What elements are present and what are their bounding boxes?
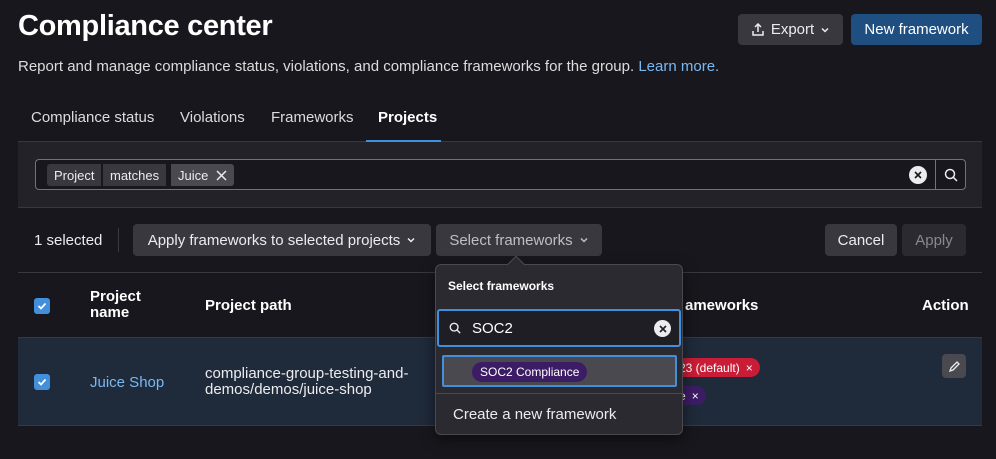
- selected-count: 1 selected: [34, 232, 103, 249]
- filter-token-operator[interactable]: matches: [103, 164, 167, 186]
- popover-divider: [436, 393, 682, 394]
- project-path: compliance-group-testing-and- demos/demo…: [205, 366, 408, 398]
- new-framework-button[interactable]: New framework: [851, 14, 982, 45]
- search-button[interactable]: [935, 159, 966, 190]
- tab-projects[interactable]: Projects: [366, 98, 441, 142]
- framework-badge-default[interactable]: 23 (default) ×: [673, 358, 760, 377]
- check-icon: [37, 378, 47, 386]
- learn-more-link[interactable]: Learn more.: [638, 58, 719, 75]
- clear-icon: [658, 324, 667, 333]
- column-project-path[interactable]: Project path: [205, 297, 292, 314]
- clear-search-button[interactable]: [909, 166, 927, 184]
- chevron-down-icon: [821, 27, 829, 33]
- apply-frameworks-dropdown[interactable]: Apply frameworks to selected projects: [133, 224, 431, 256]
- select-frameworks-label: Select frameworks: [449, 231, 573, 249]
- tab-compliance-status[interactable]: Compliance status: [18, 98, 168, 142]
- filter-token-value[interactable]: Juice: [171, 164, 235, 186]
- search-icon: [449, 322, 461, 334]
- edit-button[interactable]: [942, 354, 966, 378]
- apply-button[interactable]: Apply: [902, 224, 966, 256]
- framework-badge-label: 23 (default): [679, 360, 740, 375]
- filtered-search-input[interactable]: Project matches Juice: [35, 159, 935, 190]
- description-text: Report and manage compliance status, vio…: [18, 58, 635, 75]
- tab-violations[interactable]: Violations: [167, 98, 247, 142]
- project-name-link[interactable]: Juice Shop: [90, 374, 164, 391]
- page-description: Report and manage compliance status, vio…: [18, 58, 719, 75]
- export-label: Export: [770, 21, 815, 38]
- framework-search-input[interactable]: SOC2: [437, 309, 681, 347]
- export-icon: [752, 22, 764, 36]
- cancel-button[interactable]: Cancel: [825, 224, 897, 256]
- select-frameworks-popover: Select frameworks SOC2 SOC2 Compliance C…: [435, 255, 683, 435]
- clear-icon: [914, 171, 922, 179]
- filter-token-field[interactable]: Project: [47, 164, 102, 186]
- page-title: Compliance center: [18, 10, 273, 42]
- create-framework-link[interactable]: Create a new framework: [453, 406, 616, 423]
- project-path-line-2: demos/demos/juice-shop: [205, 381, 372, 398]
- popover-caret: [507, 255, 525, 273]
- popover-title: Select frameworks: [448, 279, 555, 293]
- framework-option-badge: SOC2 Compliance: [472, 362, 588, 382]
- column-frameworks: ameworks: [685, 297, 759, 314]
- clear-search-button[interactable]: [654, 320, 671, 337]
- close-icon[interactable]: [216, 169, 227, 181]
- select-frameworks-dropdown[interactable]: Select frameworks: [436, 224, 602, 256]
- chevron-down-icon: [407, 237, 415, 243]
- pencil-icon: [948, 360, 960, 372]
- select-all-checkbox[interactable]: [34, 298, 50, 314]
- framework-option[interactable]: SOC2 Compliance: [442, 355, 677, 387]
- check-icon: [37, 302, 47, 310]
- filter-token-value-label: Juice: [178, 167, 209, 183]
- chevron-down-icon: [580, 237, 588, 243]
- toolbar-divider: [118, 228, 119, 252]
- export-button[interactable]: Export: [738, 14, 843, 45]
- row-checkbox[interactable]: [34, 374, 50, 390]
- search-icon: [944, 168, 958, 182]
- project-path-line-1: compliance-group-testing-and-: [205, 365, 409, 382]
- framework-search-value: SOC2: [472, 320, 513, 337]
- column-action: Action: [922, 297, 969, 314]
- tab-bar: Compliance status Violations Frameworks …: [18, 98, 982, 142]
- apply-frameworks-label: Apply frameworks to selected projects: [147, 231, 401, 249]
- tab-frameworks[interactable]: Frameworks: [258, 98, 358, 142]
- remove-badge-icon[interactable]: ×: [746, 361, 753, 375]
- remove-badge-icon[interactable]: ×: [692, 389, 699, 403]
- column-project-name[interactable]: Project name: [90, 289, 160, 321]
